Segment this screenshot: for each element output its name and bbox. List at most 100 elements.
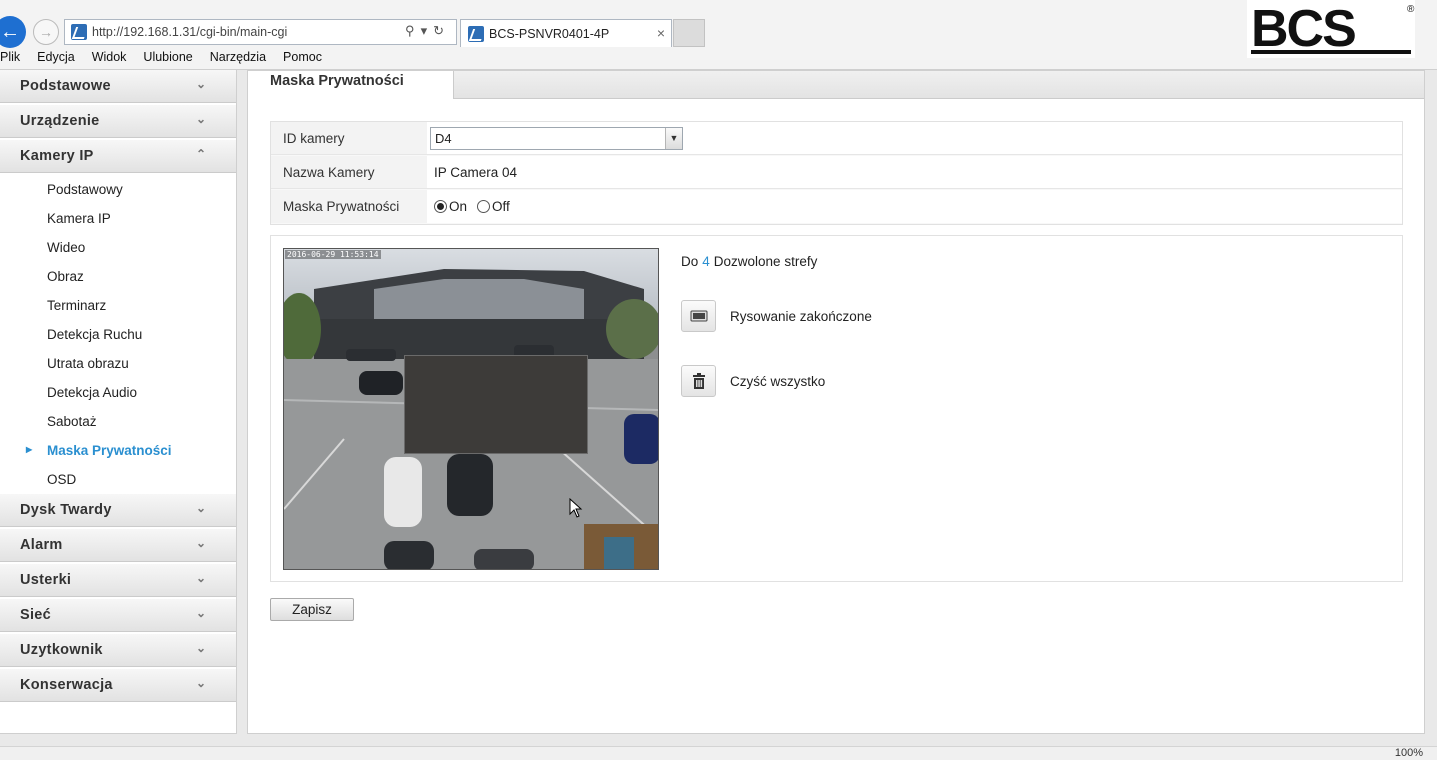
sidebar-item-label: Detekcja Ruchu (47, 327, 143, 342)
sidebar-item-label: Sabotaż (47, 414, 97, 429)
camera-id-label: ID kamery (271, 122, 427, 154)
sidebar-item-label: Utrata obrazu (47, 356, 129, 371)
tab-maska-prywatnosci[interactable]: Maska Prywatności (248, 71, 454, 99)
sidebar-category-alarm[interactable]: Alarm ⌄ (0, 529, 236, 562)
camera-id-select[interactable]: D4 ▼ (430, 126, 683, 150)
sidebar-category-uzytkownik[interactable]: Uzytkownik ⌄ (0, 634, 236, 667)
zones-prefix: Do (681, 254, 699, 269)
chevron-up-icon: ⌃ (196, 147, 207, 161)
sidebar-category-usterki[interactable]: Usterki ⌄ (0, 564, 236, 597)
sidebar-category-label: Podstawowe (20, 78, 111, 94)
sidebar-category-label: Konserwacja (20, 677, 113, 693)
menu-item-widok[interactable]: Widok (92, 50, 127, 68)
svg-text:®: ® (1407, 4, 1415, 15)
zoom-level[interactable]: 100% (1395, 747, 1423, 759)
zones-info: Do 4 Dozwolone strefy (681, 254, 817, 269)
sidebar-item-detekcja-ruchu[interactable]: Detekcja Ruchu (0, 320, 236, 349)
active-bullet-icon: ▶ (26, 445, 33, 454)
sidebar-category-dysk-twardy[interactable]: Dysk Twardy ⌄ (0, 494, 236, 527)
sidebar-category-label: Dysk Twardy (20, 502, 112, 518)
clear-all-button[interactable] (681, 365, 716, 397)
clear-all-label: Czyść wszystko (730, 374, 826, 389)
zones-suffix: Dozwolone strefy (713, 254, 818, 269)
browser-tab[interactable]: BCS-PSNVR0401-4P × (460, 19, 672, 47)
sidebar-item-maska-prywatnosci[interactable]: ▶ Maska Prywatności (0, 436, 236, 465)
chevron-down-icon: ⌄ (196, 606, 207, 620)
sidebar-category-urzadzenie[interactable]: Urządzenie ⌄ (0, 105, 236, 138)
sidebar-item-detekcja-audio[interactable]: Detekcja Audio (0, 378, 236, 407)
camera-id-value: D4 (435, 130, 452, 146)
mask-editor-panel: 2016-06-29 11:53:14 Do 4 Dozwolone strefy … (270, 235, 1403, 582)
chevron-down-icon: ⌄ (196, 676, 207, 690)
sidebar-item-kamera-ip[interactable]: Kamera IP (0, 204, 236, 233)
chevron-down-icon: ⌄ (196, 571, 207, 585)
camera-preview[interactable]: 2016-06-29 11:53:14 (283, 248, 659, 570)
menu-item-pomoc[interactable]: Pomoc (283, 50, 322, 68)
sidebar-category-label: Alarm (20, 537, 63, 553)
chevron-down-icon[interactable]: ▼ (665, 127, 682, 149)
new-tab-button[interactable] (673, 19, 705, 47)
camera-id-row: ID kamery D4 ▼ (271, 122, 1402, 155)
chevron-down-icon: ⌄ (196, 501, 207, 515)
svg-text:BCS: BCS (1251, 0, 1355, 58)
content-tab-strip: Maska Prywatności (248, 71, 1424, 99)
camera-name-value: IP Camera 04 (434, 164, 518, 180)
browser-status-bar: 100% (0, 746, 1437, 760)
menu-item-plik[interactable]: Plik (0, 50, 20, 68)
sidebar-item-terminarz[interactable]: Terminarz (0, 291, 236, 320)
camera-name-row: Nazwa Kamery IP Camera 04 (271, 156, 1402, 189)
camera-settings-form: ID kamery D4 ▼ Nazwa Kamery IP Camera 04… (270, 121, 1403, 225)
sidebar-item-label: Wideo (47, 240, 86, 255)
tab-title: BCS-PSNVR0401-4P (489, 26, 610, 41)
site-favicon-icon (71, 24, 87, 40)
sidebar-item-wideo[interactable]: Wideo (0, 233, 236, 262)
sidebar-item-podstawowy[interactable]: Podstawowy (0, 175, 236, 204)
menu-item-ulubione[interactable]: Ulubione (143, 50, 192, 68)
browser-chrome: ← → http://192.168.1.31/cgi-bin/main-cgi… (0, 0, 1437, 70)
trash-icon (692, 373, 705, 389)
sidebar-category-konserwacja[interactable]: Konserwacja ⌄ (0, 669, 236, 702)
address-text[interactable]: http://192.168.1.31/cgi-bin/main-cgi (92, 25, 287, 39)
sidebar-category-siec[interactable]: Sieć ⌄ (0, 599, 236, 632)
sidebar-item-obraz[interactable]: Obraz (0, 262, 236, 291)
sidebar-item-label: Detekcja Audio (47, 385, 138, 400)
tab-favicon-icon (468, 25, 484, 42)
sidebar-item-sabotaz[interactable]: Sabotaż (0, 407, 236, 436)
address-bar[interactable]: http://192.168.1.31/cgi-bin/main-cgi ⚲▾↻ (64, 19, 457, 45)
main-content: Maska Prywatności ID kamery D4 ▼ Nazwa K… (247, 70, 1425, 734)
bcs-logo: BCS ® (1247, 0, 1415, 58)
privacy-mask-row: Maska Prywatności On Off (271, 190, 1402, 223)
zones-count: 4 (702, 254, 710, 269)
mouse-cursor-icon (569, 498, 583, 518)
draw-done-button[interactable] (681, 300, 716, 332)
menu-item-edycja[interactable]: Edycja (37, 50, 75, 68)
chevron-down-icon: ⌄ (196, 112, 207, 126)
menu-item-narzedzia[interactable]: Narzędzia (210, 50, 266, 68)
tab-close-icon[interactable]: × (657, 25, 665, 41)
chevron-down-icon: ⌄ (196, 77, 207, 91)
sidebar-item-label: Obraz (47, 269, 84, 284)
forward-arrow-icon[interactable]: → (33, 19, 59, 45)
sidebar-category-label: Uzytkownik (20, 642, 103, 658)
menu-bar: Plik Edycja Widok Ulubione Narzędzia Pom… (0, 50, 339, 68)
sidebar-item-label: Terminarz (47, 298, 107, 313)
page-area: Podstawowe ⌄ Urządzenie ⌄ Kamery IP ⌃ Po… (0, 70, 1437, 746)
save-button[interactable]: Zapisz (270, 598, 354, 621)
eraser-icon (690, 310, 707, 322)
sidebar-category-podstawowe[interactable]: Podstawowe ⌄ (0, 70, 236, 103)
sidebar-category-kamery-ip[interactable]: Kamery IP ⌃ (0, 140, 236, 173)
privacy-mask-region[interactable] (404, 355, 588, 454)
mask-on-radio[interactable] (434, 200, 447, 213)
mask-off-radio[interactable] (477, 200, 491, 213)
sidebar-item-osd[interactable]: OSD (0, 465, 236, 494)
search-refresh-icons[interactable]: ⚲▾↻ (405, 23, 450, 39)
sidebar-category-label: Urządzenie (20, 113, 100, 129)
mask-on-label: On (449, 199, 468, 214)
privacy-mask-label: Maska Prywatności (271, 190, 427, 223)
mask-off-label: Off (492, 199, 510, 214)
sidebar: Podstawowe ⌄ Urządzenie ⌄ Kamery IP ⌃ Po… (0, 70, 237, 734)
sidebar-category-label: Kamery IP (20, 148, 94, 164)
back-arrow-icon[interactable]: ← (0, 16, 26, 48)
sidebar-item-utrata-obrazu[interactable]: Utrata obrazu (0, 349, 236, 378)
camera-name-label: Nazwa Kamery (271, 156, 427, 188)
